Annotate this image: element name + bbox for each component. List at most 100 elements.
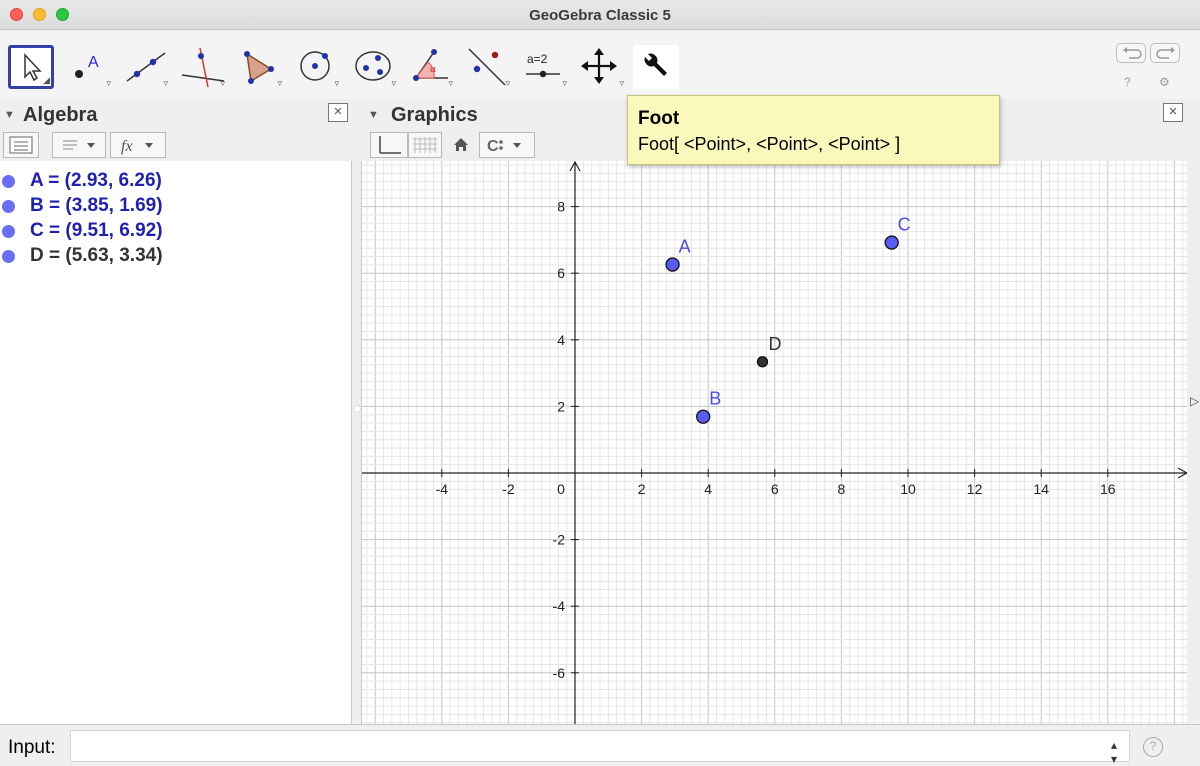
algebra-item-A[interactable]: A = (2.93, 6.26) (0, 166, 350, 191)
y-tick-label: 4 (557, 332, 565, 348)
algebra-view-header: ▼ Algebra × (0, 100, 354, 130)
point-A (665, 257, 680, 272)
point-capturing-button[interactable]: C (479, 132, 535, 158)
undo-button[interactable] (1116, 43, 1146, 63)
visibility-toggle-dot[interactable] (2, 175, 15, 188)
x-tick-label: 16 (1100, 481, 1116, 497)
point-label-D: D (768, 334, 781, 354)
graphics-close-button[interactable]: × (1163, 103, 1183, 122)
polygon-tool-button[interactable]: ▿ (237, 45, 283, 89)
algebra-list: A = (2.93, 6.26) B = (3.85, 1.69) C = (9… (0, 161, 352, 724)
grid-icon (413, 137, 437, 153)
graphics-canvas[interactable]: -4 -2 0 2 4 6 8 10 12 14 16 8 6 4 2 -2 -4 -6 A B C D (361, 161, 1187, 724)
conic-icon (355, 51, 391, 81)
line-tool-button[interactable]: ▿ (123, 45, 169, 89)
y-tick-label: 8 (557, 199, 565, 215)
algebra-collapse-icon[interactable]: ▼ (4, 109, 15, 121)
toggle-axes-button[interactable] (370, 132, 408, 158)
line-through-points-icon (126, 52, 166, 82)
tooltip-syntax: Foot[ <Point>, <Point>, <Point> ] (638, 134, 901, 154)
coordinate-plane[interactable]: -4 -2 0 2 4 6 8 10 12 14 16 8 6 4 2 -2 -4 -6 A B C D (362, 161, 1187, 724)
help-icon[interactable]: ? (1124, 75, 1131, 89)
algebra-view-title: Algebra (23, 104, 98, 126)
graphics-view-title: Graphics (391, 104, 478, 126)
reflect-icon (468, 48, 506, 86)
window-title: GeoGebra Classic 5 (529, 7, 671, 24)
list-view-icon (9, 136, 33, 154)
conic-tool-button[interactable]: ▿ (351, 45, 397, 89)
x-tick-label: -2 (502, 481, 515, 497)
y-tick-label: -4 (553, 598, 566, 614)
slider-tool-button[interactable]: a=2 ▿ (522, 45, 568, 89)
point-C (884, 235, 899, 250)
y-tick-label: -6 (553, 665, 566, 681)
algebra-style-bar: fx (0, 130, 354, 160)
point-label-C: C (898, 215, 911, 235)
view-splitter-handle[interactable] (353, 405, 361, 413)
home-icon (454, 138, 468, 151)
algebra-description-button[interactable]: fx (110, 132, 166, 158)
angle-icon: α (413, 49, 448, 81)
algebra-item-text: C = (9.51, 6.92) (30, 220, 163, 241)
tool-tooltip: Foot Foot[ <Point>, <Point>, <Point> ] (627, 95, 1000, 165)
point-capture-icon: C (487, 138, 521, 155)
input-help-button[interactable]: ? (1143, 737, 1163, 757)
graphics-collapse-icon[interactable]: ▼ (368, 109, 379, 121)
angle-tool-button[interactable]: α ▿ (408, 45, 454, 89)
sort-icon (63, 140, 95, 150)
visibility-toggle-dot[interactable] (2, 200, 15, 213)
svg-text:C: C (487, 138, 499, 155)
slider-tool-label: a=2 (527, 52, 548, 66)
svg-text:fx: fx (121, 138, 133, 155)
algebra-close-button[interactable]: × (328, 103, 348, 122)
move-tool-button[interactable]: ◢ (8, 45, 54, 89)
x-tick-label: -4 (436, 481, 449, 497)
main-toolbar: ◢ A ▿ ▿ ▿ ▿ ▿ ▿ α ▿ ▿ a=2 ▿ ▿ ? ⚙ (0, 31, 1200, 99)
point-tool-label: A (88, 54, 99, 71)
algebra-item-text: A = (2.93, 6.26) (30, 170, 162, 191)
point-tool-button[interactable]: A ▿ (66, 45, 112, 89)
algebra-item-text: D = (5.63, 3.34) (30, 245, 163, 266)
reflect-tool-button[interactable]: ▿ (465, 45, 511, 89)
perpendicular-line-icon (181, 47, 225, 88)
visibility-toggle-dot[interactable] (2, 225, 15, 238)
axes-icon (379, 136, 401, 154)
x-tick-label: 4 (704, 481, 712, 497)
geogebra-window: GeoGebra Classic 5 ◢ A ▿ ▿ ▿ ▿ ▿ ▿ α ▿ ▿… (0, 0, 1200, 766)
point-label-A: A (679, 237, 691, 257)
undo-icon (1123, 47, 1142, 59)
polygon-icon (244, 51, 274, 84)
redo-icon (1156, 47, 1175, 59)
visibility-toggle-dot[interactable] (2, 250, 15, 263)
algebra-item-C[interactable]: C = (9.51, 6.92) (0, 216, 350, 241)
point-B (696, 409, 711, 424)
home-view-button[interactable] (448, 132, 474, 158)
input-label: Input: (8, 737, 56, 758)
circle-tool-button[interactable]: ▿ (294, 45, 340, 89)
algebra-toggle-auxiliary-button[interactable] (3, 132, 39, 158)
expand-right-arrow-icon[interactable]: ▷ (1190, 394, 1199, 408)
y-tick-label: -2 (553, 532, 566, 548)
point-label-B: B (709, 389, 721, 409)
input-bar: Input: ▴ ▾ ? (0, 724, 1200, 766)
algebra-sort-button[interactable] (52, 132, 106, 158)
toggle-grid-button[interactable] (408, 132, 442, 158)
algebra-item-D[interactable]: D = (5.63, 3.34) (0, 241, 350, 266)
x-tick-label: 0 (557, 481, 565, 497)
command-input[interactable] (70, 730, 1130, 762)
slider-icon: a=2 (526, 52, 560, 78)
settings-gear-icon[interactable]: ⚙ (1159, 75, 1170, 89)
x-tick-label: 10 (900, 481, 916, 497)
customize-tool-button[interactable] (633, 45, 679, 89)
tooltip-title: Foot (638, 108, 680, 129)
x-tick-label: 12 (967, 481, 983, 497)
algebra-item-B[interactable]: B = (3.85, 1.69) (0, 191, 350, 216)
move-graphics-icon (581, 48, 617, 84)
x-tick-label: 14 (1033, 481, 1049, 497)
input-history-stepper-icon[interactable]: ▴ ▾ (1111, 738, 1117, 766)
algebra-item-text: B = (3.85, 1.69) (30, 195, 163, 216)
move-graphics-tool-button[interactable]: ▿ (579, 45, 625, 89)
title-bar: GeoGebra Classic 5 (0, 0, 1200, 30)
perpendicular-tool-button[interactable]: ▿ (180, 45, 226, 89)
redo-button[interactable] (1150, 43, 1180, 63)
